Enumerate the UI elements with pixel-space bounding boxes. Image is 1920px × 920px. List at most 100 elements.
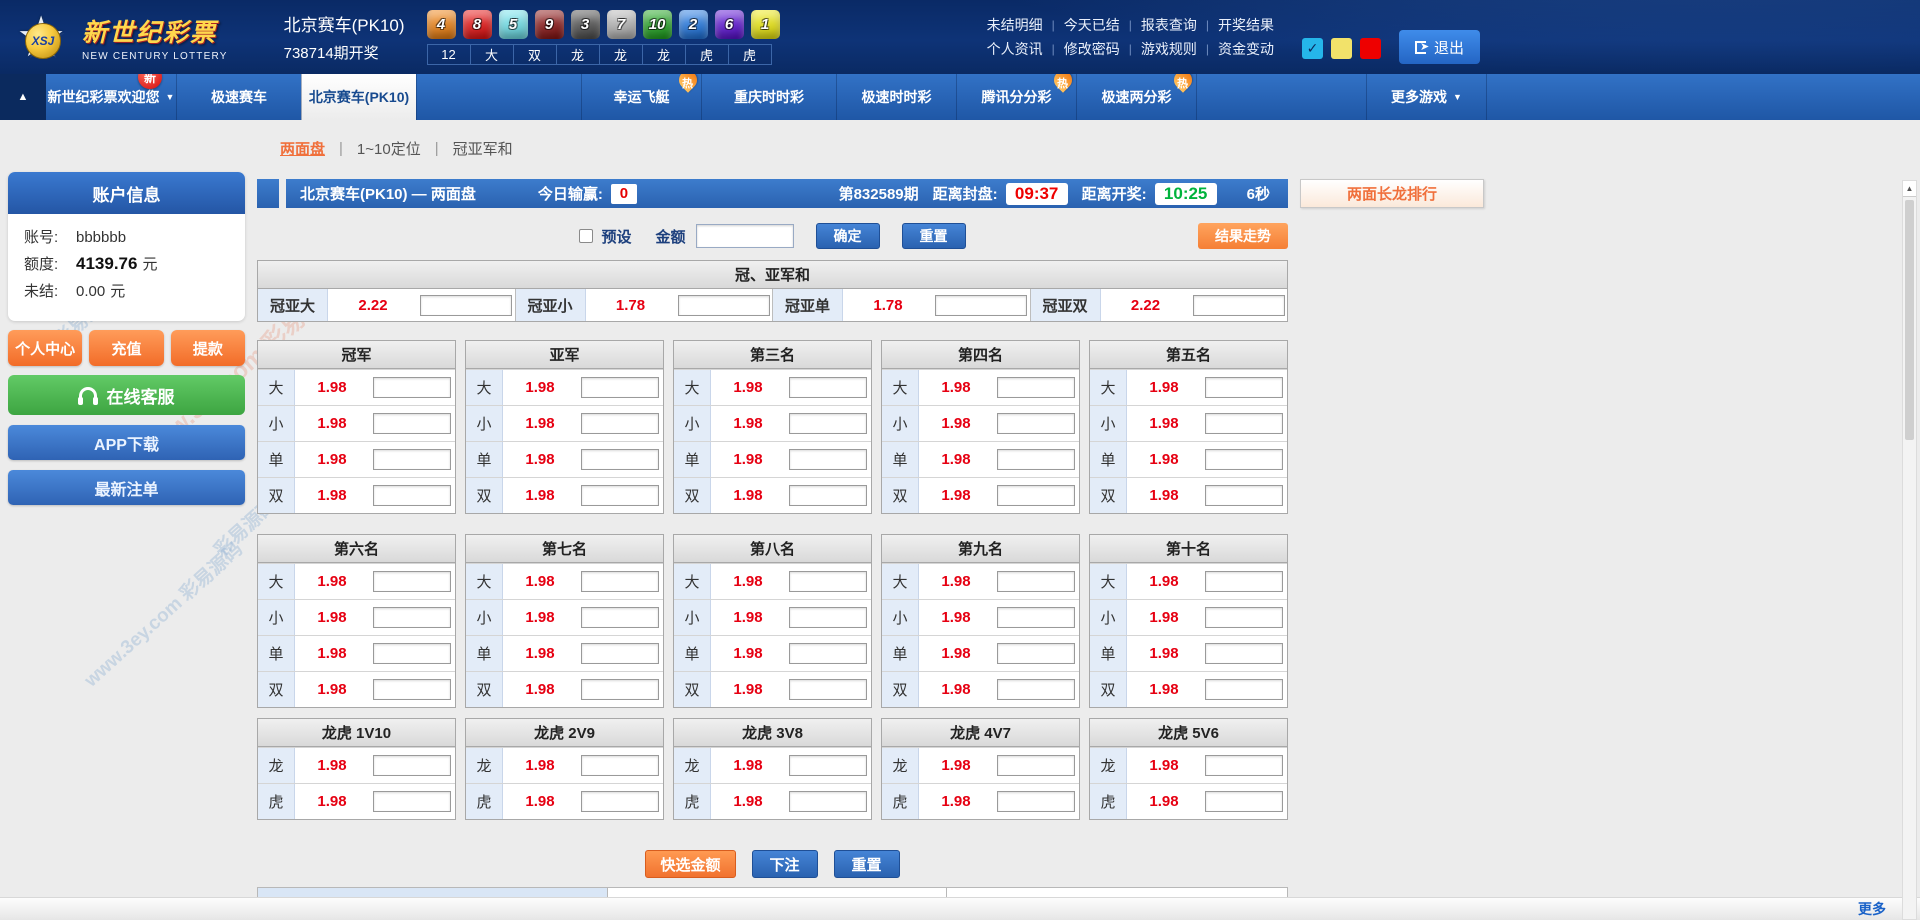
quick-amount-button[interactable]: 快选金额	[645, 850, 735, 878]
bet-input[interactable]	[997, 679, 1075, 700]
bet-input[interactable]	[935, 295, 1027, 316]
bet-input[interactable]	[1205, 571, 1283, 592]
bet-input[interactable]	[997, 377, 1075, 398]
bet-input[interactable]	[1205, 607, 1283, 628]
bet-input[interactable]	[373, 571, 451, 592]
personal-center-button[interactable]: 个人中心	[8, 330, 82, 366]
bet-input[interactable]	[581, 607, 659, 628]
bet-input[interactable]	[373, 755, 451, 776]
place-bet-button[interactable]: 下注	[752, 850, 818, 878]
nav-item-speed-racing[interactable]: 极速赛车	[176, 74, 301, 120]
bet-input[interactable]	[1193, 295, 1285, 316]
scrollbar-up-button[interactable]: ▲	[1903, 181, 1916, 197]
bet-input[interactable]	[1205, 485, 1283, 506]
preset-checkbox[interactable]	[579, 229, 593, 243]
nav-item-welcome[interactable]: 新世纪彩票欢迎您 ▼ 新	[46, 74, 176, 120]
bet-input[interactable]	[997, 643, 1075, 664]
two-sides-streak-ranking-button[interactable]: 两面长龙排行	[1300, 179, 1484, 208]
bet-input[interactable]	[1205, 643, 1283, 664]
reset-button[interactable]: 重置	[902, 223, 966, 249]
tab-champion-sum[interactable]: 冠亚军和	[453, 138, 513, 159]
bet-input[interactable]	[789, 449, 867, 470]
bet-input[interactable]	[997, 571, 1075, 592]
withdraw-button[interactable]: 提款	[171, 330, 245, 366]
site-logo[interactable]: ★ XSJ 新世纪彩票 NEW CENTURY LOTTERY	[14, 6, 228, 68]
deposit-button[interactable]: 充值	[89, 330, 163, 366]
bet-input[interactable]	[581, 791, 659, 812]
result-trend-button[interactable]: 结果走势	[1198, 223, 1288, 249]
menu-settled-today[interactable]: 今天已结	[1064, 15, 1120, 35]
menu-game-rules[interactable]: 游戏规则	[1141, 39, 1197, 59]
app-download-button[interactable]: APP下载	[8, 425, 245, 460]
bet-input[interactable]	[997, 449, 1075, 470]
bet-input[interactable]	[789, 643, 867, 664]
bet-input[interactable]	[581, 643, 659, 664]
logout-button[interactable]: 退出	[1399, 30, 1480, 64]
bet-input[interactable]	[789, 413, 867, 434]
theme-swatch[interactable]: ✓	[1302, 38, 1323, 59]
nav-item-beijing-pk10[interactable]: 北京赛车(PK10)	[301, 74, 416, 120]
bet-input[interactable]	[789, 791, 867, 812]
menu-fund-changes[interactable]: 资金变动	[1218, 39, 1274, 59]
bet-input[interactable]	[789, 377, 867, 398]
bet-input[interactable]	[997, 791, 1075, 812]
bet-input[interactable]	[420, 295, 512, 316]
bet-input[interactable]	[997, 755, 1075, 776]
bet-input[interactable]	[678, 295, 770, 316]
online-service-button[interactable]: 在线客服	[8, 375, 245, 415]
more-link[interactable]: 更多	[1858, 899, 1886, 919]
bet-input[interactable]	[581, 377, 659, 398]
menu-unsettled-detail[interactable]: 未结明细	[987, 15, 1043, 35]
page-scrollbar[interactable]: ▲	[1902, 180, 1917, 920]
bet-input[interactable]	[373, 679, 451, 700]
bet-input[interactable]	[1205, 449, 1283, 470]
bet-input[interactable]	[789, 571, 867, 592]
bet-input[interactable]	[789, 607, 867, 628]
nav-collapse-button[interactable]: ▲	[0, 74, 46, 120]
bet-input[interactable]	[581, 485, 659, 506]
theme-swatch[interactable]	[1360, 38, 1381, 59]
bet-input[interactable]	[373, 485, 451, 506]
bet-input[interactable]	[581, 449, 659, 470]
nav-item-chongqing-ssc[interactable]: 重庆时时彩	[701, 74, 836, 120]
bet-input[interactable]	[581, 571, 659, 592]
bet-input[interactable]	[581, 413, 659, 434]
bet-input[interactable]	[373, 377, 451, 398]
bet-input[interactable]	[997, 485, 1075, 506]
bet-input[interactable]	[373, 413, 451, 434]
bet-input[interactable]	[581, 755, 659, 776]
bet-input[interactable]	[1205, 377, 1283, 398]
menu-draw-results[interactable]: 开奖结果	[1218, 15, 1274, 35]
bet-input[interactable]	[1205, 755, 1283, 776]
confirm-button[interactable]: 确定	[816, 223, 880, 249]
nav-item-tencent-ffc[interactable]: 腾讯分分彩 热	[956, 74, 1076, 120]
menu-report-query[interactable]: 报表查询	[1141, 15, 1197, 35]
bet-input[interactable]	[789, 679, 867, 700]
bet-input[interactable]	[1205, 791, 1283, 812]
bet-input[interactable]	[373, 791, 451, 812]
bet-input[interactable]	[997, 607, 1075, 628]
bet-input[interactable]	[789, 755, 867, 776]
bet-input[interactable]	[789, 485, 867, 506]
bet-input[interactable]	[997, 413, 1075, 434]
bet-input[interactable]	[1205, 413, 1283, 434]
nav-item-more-games[interactable]: 更多游戏 ▼	[1366, 74, 1486, 120]
amount-input[interactable]	[696, 224, 794, 248]
menu-personal-info[interactable]: 个人资讯	[987, 39, 1043, 59]
bet-input[interactable]	[373, 607, 451, 628]
tab-two-sides[interactable]: 两面盘	[280, 138, 325, 159]
nav-item-lucky-airship[interactable]: 幸运飞艇 热	[581, 74, 701, 120]
bet-input-cell	[1201, 406, 1287, 441]
bet-input[interactable]	[373, 643, 451, 664]
nav-item-speed-2min[interactable]: 极速两分彩 热	[1076, 74, 1196, 120]
latest-orders-button[interactable]: 最新注单	[8, 470, 245, 505]
reset-bets-button[interactable]: 重置	[834, 850, 900, 878]
menu-change-password[interactable]: 修改密码	[1064, 39, 1120, 59]
bet-input[interactable]	[581, 679, 659, 700]
bet-input[interactable]	[373, 449, 451, 470]
theme-swatch[interactable]	[1331, 38, 1352, 59]
scrollbar-thumb[interactable]	[1905, 200, 1914, 440]
bet-input[interactable]	[1205, 679, 1283, 700]
tab-1-10-position[interactable]: 1~10定位	[357, 138, 421, 159]
nav-item-speed-ssc[interactable]: 极速时时彩	[836, 74, 956, 120]
